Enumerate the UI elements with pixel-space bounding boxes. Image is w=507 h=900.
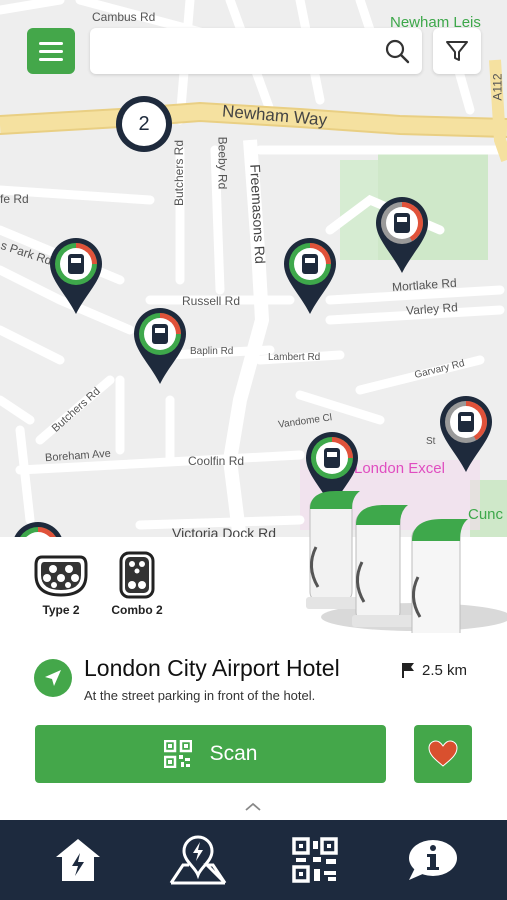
menu-button[interactable] [27,28,75,74]
charger-pin[interactable] [282,236,338,314]
street-label: St [426,436,436,447]
navigation-arrow-icon [45,670,61,686]
charger-pin[interactable] [48,236,104,314]
search-bar[interactable] [90,28,422,74]
station-details-sheet: Type 2 Combo 2 London City Airport Hotel… [0,491,507,820]
street-label: Butchers Rd [172,139,187,207]
filter-icon [446,41,468,61]
chevron-up-icon[interactable] [243,801,263,813]
street-label: Coolfin Rd [188,454,245,468]
filter-button[interactable] [433,28,481,74]
home-charger-icon [56,839,100,881]
distance-indicator: 2.5 km [400,661,467,679]
hamburger-icon [39,41,63,45]
type2-connector-icon [34,555,88,597]
heart-icon [428,740,458,767]
qr-code-icon [163,740,192,768]
scan-button[interactable]: Scan [35,725,386,783]
connector-label: Type 2 [42,603,80,617]
nav-map[interactable] [168,834,228,886]
connector-type2[interactable]: Type 2 [34,551,88,617]
bottom-nav [0,820,507,900]
station-location-button[interactable] [34,659,72,697]
qr-code-icon [292,837,338,883]
connector-label: Combo 2 [111,603,163,617]
search-input[interactable] [100,36,370,66]
cluster-marker[interactable]: 2 [116,96,172,152]
station-name: London City Airport Hotel [84,655,340,681]
street-label: Lambert Rd [268,352,321,363]
street-label: fe Rd [0,192,29,206]
combo2-connector-icon [119,551,155,599]
street-label: Baplin Rd [190,346,234,357]
map-charger-icon [169,835,227,885]
street-label: Cambus Rd [92,10,156,24]
nav-info[interactable] [402,834,462,886]
cluster-count: 2 [122,102,166,146]
station-description: At the street parking in front of the ho… [84,688,316,703]
nav-scan[interactable] [285,834,345,886]
charger-pin[interactable] [374,195,430,273]
distance-value: 2.5 km [422,661,468,679]
favorite-button[interactable] [414,725,472,783]
info-bubble-icon [409,840,457,880]
nav-home[interactable] [48,834,108,886]
scan-label: Scan [209,742,258,765]
flag-icon [402,663,414,678]
street-label: Beeby Rd [215,136,230,190]
street-label: A112 [490,73,505,101]
search-icon[interactable] [384,38,410,64]
street-label: Russell Rd [182,294,241,308]
charging-station-illustration [306,491,507,633]
charger-pin[interactable] [132,306,188,384]
connector-combo2[interactable]: Combo 2 [110,551,164,617]
